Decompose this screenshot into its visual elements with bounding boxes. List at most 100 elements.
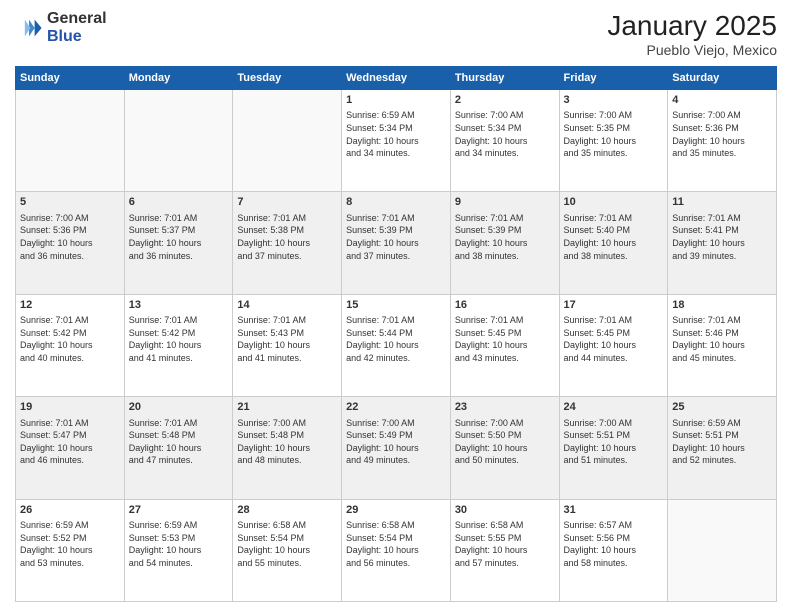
day-info: Sunrise: 7:00 AM Sunset: 5:49 PM Dayligh… — [346, 417, 446, 467]
day-number: 30 — [455, 503, 555, 518]
table-row: 15Sunrise: 7:01 AM Sunset: 5:44 PM Dayli… — [342, 294, 451, 396]
day-info: Sunrise: 7:01 AM Sunset: 5:37 PM Dayligh… — [129, 212, 229, 262]
day-number: 18 — [672, 298, 772, 313]
table-row — [124, 90, 233, 192]
logo-blue-text: Blue — [47, 28, 107, 46]
calendar-header: Sunday Monday Tuesday Wednesday Thursday… — [16, 67, 777, 90]
table-row: 24Sunrise: 7:00 AM Sunset: 5:51 PM Dayli… — [559, 397, 668, 499]
day-number: 21 — [237, 400, 337, 415]
day-number: 8 — [346, 195, 446, 210]
day-info: Sunrise: 7:00 AM Sunset: 5:35 PM Dayligh… — [564, 109, 664, 159]
page-subtitle: Pueblo Viejo, Mexico — [607, 42, 777, 58]
day-number: 6 — [129, 195, 229, 210]
table-row: 28Sunrise: 6:58 AM Sunset: 5:54 PM Dayli… — [233, 499, 342, 601]
header-sunday: Sunday — [16, 67, 125, 90]
table-row — [668, 499, 777, 601]
day-number: 9 — [455, 195, 555, 210]
table-row: 25 Sunrise: 6:59 AM Sunset: 5:51 PM Dayli… — [668, 397, 777, 499]
table-row: 2Sunrise: 7:00 AM Sunset: 5:34 PM Daylig… — [450, 90, 559, 192]
day-number: 31 — [564, 503, 664, 518]
day-number: 17 — [564, 298, 664, 313]
day-info: Sunrise: 7:01 AM Sunset: 5:40 PM Dayligh… — [564, 212, 664, 262]
day-number: 2 — [455, 93, 555, 108]
day-info: Sunrise: 6:58 AM Sunset: 5:54 PM Dayligh… — [237, 519, 337, 569]
day-info: Sunrise: 6:59 AM Sunset: 5:51 PM Dayligh… — [672, 417, 772, 467]
day-info: Sunrise: 7:00 AM Sunset: 5:50 PM Dayligh… — [455, 417, 555, 467]
header-thursday: Thursday — [450, 67, 559, 90]
table-row: 7 Sunrise: 7:01 AM Sunset: 5:38 PM Daylig… — [233, 192, 342, 294]
calendar-week-row: 5 Sunrise: 7:00 AM Sunset: 5:36 PM Daylig… — [16, 192, 777, 294]
day-info: Sunrise: 7:01 AM Sunset: 5:45 PM Dayligh… — [564, 314, 664, 364]
day-number: 26 — [20, 503, 120, 518]
table-row: 23 Sunrise: 7:00 AM Sunset: 5:50 PM Dayli… — [450, 397, 559, 499]
table-row: 31Sunrise: 6:57 AM Sunset: 5:56 PM Dayli… — [559, 499, 668, 601]
table-row: 16Sunrise: 7:01 AM Sunset: 5:45 PM Dayli… — [450, 294, 559, 396]
day-number: 14 — [237, 298, 337, 313]
calendar-table: Sunday Monday Tuesday Wednesday Thursday… — [15, 66, 777, 602]
table-row: 17Sunrise: 7:01 AM Sunset: 5:45 PM Dayli… — [559, 294, 668, 396]
day-info: Sunrise: 7:01 AM Sunset: 5:42 PM Dayligh… — [129, 314, 229, 364]
day-number: 11 — [672, 195, 772, 210]
day-info: Sunrise: 7:00 AM Sunset: 5:36 PM Dayligh… — [20, 212, 120, 262]
table-row: 1Sunrise: 6:59 AM Sunset: 5:34 PM Daylig… — [342, 90, 451, 192]
title-block: January 2025 Pueblo Viejo, Mexico — [607, 10, 777, 58]
day-info: Sunrise: 6:59 AM Sunset: 5:52 PM Dayligh… — [20, 519, 120, 569]
table-row: 30Sunrise: 6:58 AM Sunset: 5:55 PM Dayli… — [450, 499, 559, 601]
header-wednesday: Wednesday — [342, 67, 451, 90]
table-row: 3Sunrise: 7:00 AM Sunset: 5:35 PM Daylig… — [559, 90, 668, 192]
day-info: Sunrise: 7:00 AM Sunset: 5:34 PM Dayligh… — [455, 109, 555, 159]
header-saturday: Saturday — [668, 67, 777, 90]
table-row — [16, 90, 125, 192]
logo-general-text: General — [47, 10, 107, 28]
day-number: 1 — [346, 93, 446, 108]
table-row: 18Sunrise: 7:01 AM Sunset: 5:46 PM Dayli… — [668, 294, 777, 396]
calendar-week-row: 19Sunrise: 7:01 AM Sunset: 5:47 PM Dayli… — [16, 397, 777, 499]
day-info: Sunrise: 6:59 AM Sunset: 5:34 PM Dayligh… — [346, 109, 446, 159]
calendar-week-row: 1Sunrise: 6:59 AM Sunset: 5:34 PM Daylig… — [16, 90, 777, 192]
page: General Blue January 2025 Pueblo Viejo, … — [0, 0, 792, 612]
table-row: 22 Sunrise: 7:00 AM Sunset: 5:49 PM Dayli… — [342, 397, 451, 499]
day-number: 22 — [346, 400, 446, 415]
header-monday: Monday — [124, 67, 233, 90]
day-info: Sunrise: 7:01 AM Sunset: 5:38 PM Dayligh… — [237, 212, 337, 262]
logo-icon — [15, 14, 43, 42]
calendar-week-row: 12Sunrise: 7:01 AM Sunset: 5:42 PM Dayli… — [16, 294, 777, 396]
day-number: 25 — [672, 400, 772, 415]
calendar-week-row: 26Sunrise: 6:59 AM Sunset: 5:52 PM Dayli… — [16, 499, 777, 601]
table-row: 19Sunrise: 7:01 AM Sunset: 5:47 PM Dayli… — [16, 397, 125, 499]
day-info: Sunrise: 7:01 AM Sunset: 5:43 PM Dayligh… — [237, 314, 337, 364]
table-row: 8Sunrise: 7:01 AM Sunset: 5:39 PM Daylig… — [342, 192, 451, 294]
day-number: 10 — [564, 195, 664, 210]
table-row: 14Sunrise: 7:01 AM Sunset: 5:43 PM Dayli… — [233, 294, 342, 396]
header-row: Sunday Monday Tuesday Wednesday Thursday… — [16, 67, 777, 90]
table-row: 20Sunrise: 7:01 AM Sunset: 5:48 PM Dayli… — [124, 397, 233, 499]
day-info: Sunrise: 6:57 AM Sunset: 5:56 PM Dayligh… — [564, 519, 664, 569]
day-info: Sunrise: 7:01 AM Sunset: 5:44 PM Dayligh… — [346, 314, 446, 364]
day-info: Sunrise: 6:58 AM Sunset: 5:55 PM Dayligh… — [455, 519, 555, 569]
day-info: Sunrise: 6:59 AM Sunset: 5:53 PM Dayligh… — [129, 519, 229, 569]
table-row: 10 Sunrise: 7:01 AM Sunset: 5:40 PM Dayli… — [559, 192, 668, 294]
table-row: 26Sunrise: 6:59 AM Sunset: 5:52 PM Dayli… — [16, 499, 125, 601]
day-number: 19 — [20, 400, 120, 415]
table-row: 27Sunrise: 6:59 AM Sunset: 5:53 PM Dayli… — [124, 499, 233, 601]
table-row: 4Sunrise: 7:00 AM Sunset: 5:36 PM Daylig… — [668, 90, 777, 192]
table-row: 5 Sunrise: 7:00 AM Sunset: 5:36 PM Daylig… — [16, 192, 125, 294]
day-info: Sunrise: 7:01 AM Sunset: 5:39 PM Dayligh… — [455, 212, 555, 262]
table-row: 12Sunrise: 7:01 AM Sunset: 5:42 PM Dayli… — [16, 294, 125, 396]
page-title: January 2025 — [607, 10, 777, 42]
day-number: 7 — [237, 195, 337, 210]
header: General Blue January 2025 Pueblo Viejo, … — [15, 10, 777, 58]
day-number: 23 — [455, 400, 555, 415]
table-row: 6 Sunrise: 7:01 AM Sunset: 5:37 PM Daylig… — [124, 192, 233, 294]
day-number: 24 — [564, 400, 664, 415]
day-info: Sunrise: 7:01 AM Sunset: 5:46 PM Dayligh… — [672, 314, 772, 364]
logo: General Blue — [15, 10, 107, 45]
day-info: Sunrise: 7:01 AM Sunset: 5:41 PM Dayligh… — [672, 212, 772, 262]
day-info: Sunrise: 6:58 AM Sunset: 5:54 PM Dayligh… — [346, 519, 446, 569]
day-number: 5 — [20, 195, 120, 210]
day-number: 29 — [346, 503, 446, 518]
day-number: 3 — [564, 93, 664, 108]
day-number: 15 — [346, 298, 446, 313]
day-number: 28 — [237, 503, 337, 518]
table-row: 9 Sunrise: 7:01 AM Sunset: 5:39 PM Daylig… — [450, 192, 559, 294]
